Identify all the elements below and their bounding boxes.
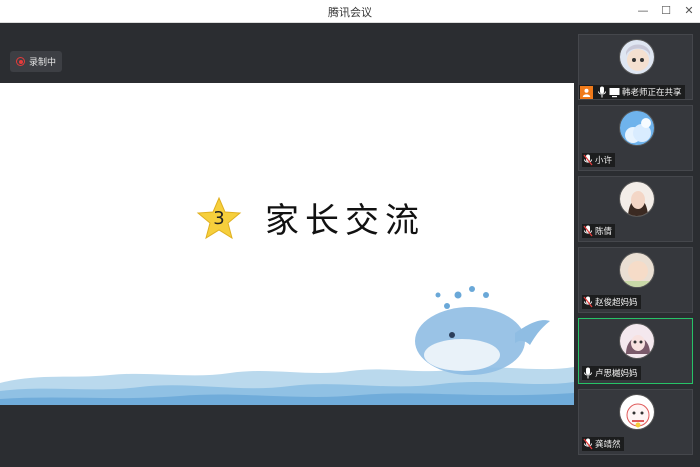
anime-avatar-icon xyxy=(619,39,655,75)
lucky-cat-avatar-icon xyxy=(619,394,655,430)
doll-avatar-icon xyxy=(619,323,655,359)
microphone-icon xyxy=(583,367,593,379)
title-bar: 腾讯会议 — ☐ ✕ xyxy=(0,0,700,23)
participant-name: 赵俊超妈妈 xyxy=(595,298,638,308)
shared-screen-area: 录制中 3 家长交流 xyxy=(0,23,574,467)
participant-tile[interactable]: 韩老师正在共享 xyxy=(578,34,693,100)
screen-share-icon xyxy=(609,86,620,98)
participant-tile[interactable]: 龚靖然 xyxy=(578,389,693,455)
participant-label: 韩老师正在共享 xyxy=(579,85,685,99)
participant-name: 卢思樾妈妈 xyxy=(595,369,638,379)
recording-label: 录制中 xyxy=(29,58,57,68)
minimize-button[interactable]: — xyxy=(634,3,652,19)
microphone-muted-icon xyxy=(583,225,593,237)
recording-button[interactable]: 录制中 xyxy=(10,51,63,72)
participant-name: 韩老师正在共享 xyxy=(622,88,682,98)
participant-label: 陈倩 xyxy=(582,224,616,238)
presentation-slide: 3 家长交流 xyxy=(0,83,574,405)
whale-illustration xyxy=(0,286,574,405)
participant-label: 卢思樾妈妈 xyxy=(582,366,641,380)
microphone-muted-icon xyxy=(583,154,593,166)
participant-tile[interactable]: 小许 xyxy=(578,105,693,171)
participant-tile[interactable]: 赵俊超妈妈 xyxy=(578,247,693,313)
baby-avatar-icon xyxy=(619,252,655,288)
participant-name: 小许 xyxy=(595,156,613,166)
participant-label: 龚靖然 xyxy=(582,437,624,451)
participant-tile-speaking[interactable]: 卢思樾妈妈 xyxy=(578,318,693,384)
participant-name: 陈倩 xyxy=(595,227,613,237)
microphone-muted-icon xyxy=(583,296,593,308)
close-button[interactable]: ✕ xyxy=(680,3,698,19)
participant-name: 龚靖然 xyxy=(595,440,621,450)
microphone-icon xyxy=(597,86,607,98)
sky-avatar-icon xyxy=(619,110,655,146)
participant-tile[interactable]: 陈倩 xyxy=(578,176,693,242)
record-icon xyxy=(16,57,25,66)
participant-label: 小许 xyxy=(582,153,616,167)
participant-label: 赵俊超妈妈 xyxy=(582,295,641,309)
host-icon xyxy=(580,85,593,99)
window-title: 腾讯会议 xyxy=(328,6,372,19)
participant-list[interactable]: 韩老师正在共享 小许 陈倩 赵俊超妈妈 卢思樾妈妈 龚靖然 xyxy=(574,23,700,467)
microphone-muted-icon xyxy=(583,438,593,450)
girl-avatar-icon xyxy=(619,181,655,217)
maximize-button[interactable]: ☐ xyxy=(657,3,675,19)
